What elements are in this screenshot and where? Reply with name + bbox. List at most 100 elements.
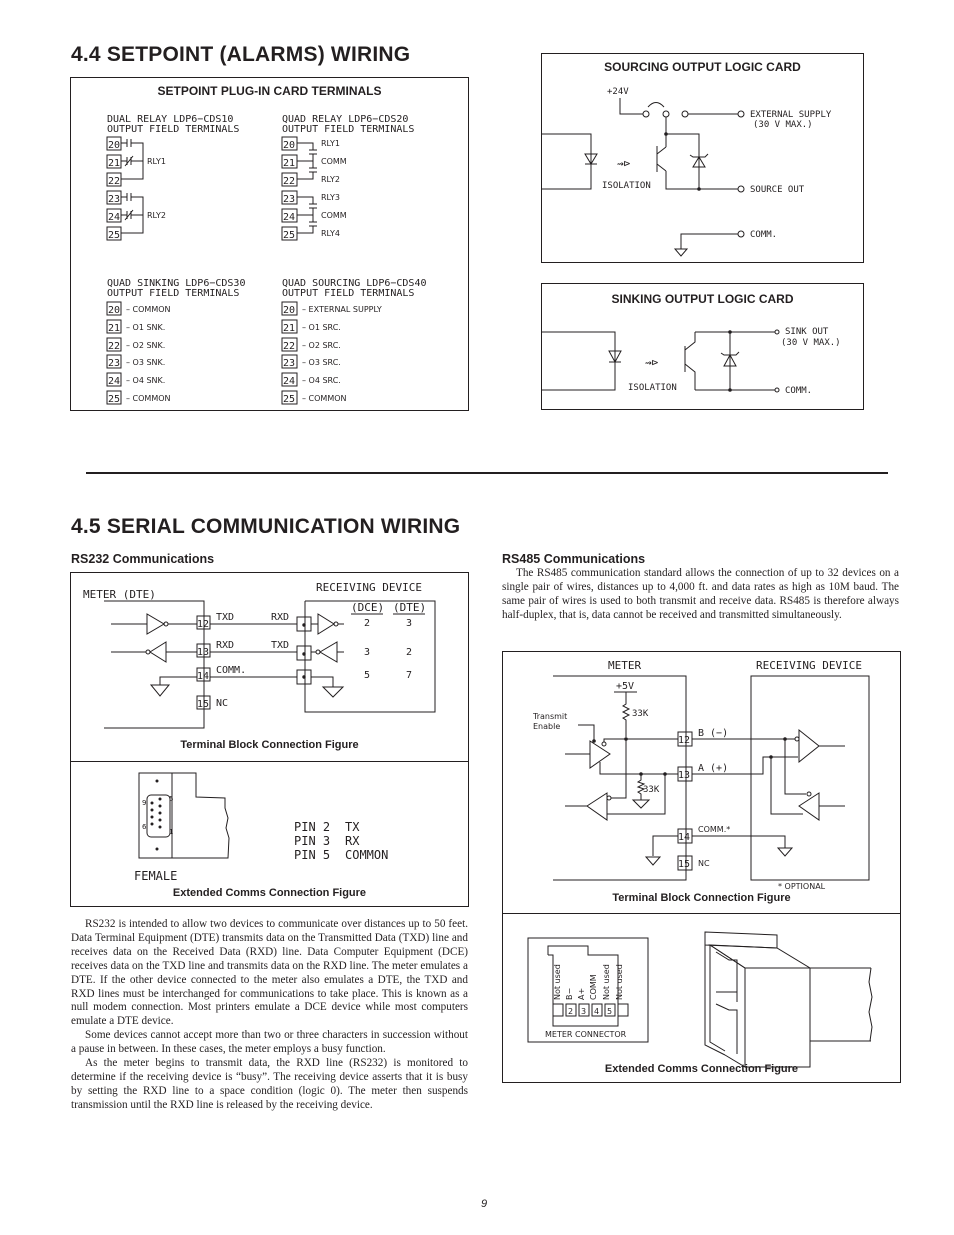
quad-relay-heading-2: OUTPUT FIELD TERMINALS — [282, 124, 414, 135]
schematic-line — [146, 794, 171, 838]
quad-label: RLY4 — [321, 229, 340, 238]
isolation-label: ISOLATION — [628, 383, 677, 393]
terminal-number: 21 — [108, 158, 120, 169]
terminal-number: 25 — [283, 394, 295, 405]
terminal-number: 20 — [108, 140, 120, 151]
schematic-line — [139, 772, 230, 859]
rs232-heading: RS232 Communications — [71, 552, 215, 566]
terminal-number: 20 — [283, 305, 295, 316]
plug-connector-icon — [704, 931, 873, 1068]
schematic-line — [619, 98, 643, 115]
pin-label: 5 — [169, 795, 173, 803]
rs485-extended-caption: Extended Comms Connection Figure — [604, 1063, 799, 1075]
terminal-label: – O1 SNK. — [126, 323, 165, 332]
terminal-label: – O2 SRC. — [302, 341, 341, 350]
quad-sinking-heading-2: OUTPUT FIELD TERMINALS — [107, 288, 239, 299]
pin-number: 3 — [581, 1007, 586, 1016]
connector-pin-boxes: 2 3 4 5 — [552, 1003, 629, 1017]
female-label: FEMALE — [134, 869, 177, 883]
schematic-line — [542, 331, 616, 391]
pin-row-signal: COMMON — [345, 848, 388, 862]
schematic-line — [617, 1003, 629, 1017]
schematic-line — [150, 808, 154, 812]
terminal-label: – O3 SRC. — [302, 358, 341, 367]
section-4-5-title: 4.5 SERIAL COMMUNICATION WIRING — [71, 515, 461, 538]
quad-label: COMM — [321, 157, 347, 166]
pin-name: Not used — [553, 964, 562, 1000]
schematic-line — [158, 825, 162, 829]
quad-relay-terminals: 20 21 22 23 24 25 RLY1 COMM RLY2 RLY3 CO… — [281, 136, 347, 241]
rs485-heading: RS485 Communications — [502, 552, 646, 566]
pin-name: Not used — [602, 964, 611, 1000]
terminal-number: 24 — [283, 376, 295, 387]
terminal-number: 21 — [283, 323, 295, 334]
quad-label: RLY3 — [321, 193, 340, 202]
schematic-line — [680, 233, 738, 249]
terminal-label: – O3 SNK. — [126, 358, 165, 367]
source-out-label: SOURCE OUT — [750, 185, 805, 195]
terminal-number: 25 — [108, 230, 120, 241]
rly1-label: RLY1 — [147, 157, 166, 166]
schematic-line — [656, 146, 667, 155]
rs485-figures: METER RECEIVING DEVICE +5V 33K Transmit … — [502, 651, 901, 1083]
terminal-number: 23 — [108, 358, 120, 369]
plugin-card-diagram: DUAL RELAY LDP6−CDS10 OUTPUT FIELD TERMI… — [106, 114, 427, 405]
pin-number: 2 — [568, 1007, 573, 1016]
relay-contact-symbol — [121, 193, 144, 234]
schematic-line — [158, 804, 162, 808]
schematic-line — [150, 815, 154, 819]
terminal-label: – O2 SNK. — [126, 341, 165, 350]
light-arrow-icon: ⇝⊳ — [617, 157, 630, 170]
schematic-line — [697, 187, 701, 191]
quad-sinking-terminals: 20 – COMMON 21 – O1 SNK. 22 – O2 SNK. 23 – O… — [106, 301, 171, 405]
pin-label: 1 — [169, 828, 173, 836]
terminal-label: – O4 SRC. — [302, 376, 341, 385]
schematic-line — [297, 196, 314, 204]
schematic-line — [158, 818, 162, 822]
quad-sourcing-heading-2: OUTPUT FIELD TERMINALS — [282, 288, 414, 299]
terminal-label: – COMMON — [126, 394, 171, 403]
setpoint-plugin-card-figure: SETPOINT PLUG-IN CARD TERMINALS DUAL REL… — [70, 77, 469, 411]
section-divider — [86, 472, 888, 474]
db9-connector-icon — [138, 772, 173, 859]
rs485-extended-comms-diagram: Not used B− A+ COMM Not used Not used 2 … — [527, 931, 873, 1068]
schematic-line — [158, 797, 162, 801]
schematic-line — [150, 822, 154, 826]
pin-name: A+ — [577, 988, 586, 1000]
rs232-paragraph: Some devices cannot accept more than two… — [71, 1029, 468, 1056]
pin-row-label: PIN 2 — [294, 820, 330, 834]
schematic-line — [715, 951, 738, 1002]
schematic-line — [297, 172, 314, 180]
schematic-line — [709, 945, 726, 1052]
terminal-number: 22 — [283, 176, 295, 187]
terminal-label: – COMMON — [302, 394, 347, 403]
terminal-number: 24 — [283, 212, 295, 223]
schematic-line — [728, 330, 732, 334]
schematic-line — [150, 801, 154, 805]
external-supply-label: EXTERNAL SUPPLY — [750, 110, 832, 120]
terminal-circle — [737, 185, 745, 193]
max-voltage-label: (30 V MAX.) — [781, 338, 841, 348]
quad-label: COMM — [321, 211, 347, 220]
section-4-4-title: 4.4 SETPOINT (ALARMS) WIRING — [71, 43, 411, 66]
terminal-label: – EXTERNAL SUPPLY — [302, 305, 382, 314]
terminal-label: – O4 SNK. — [126, 376, 165, 385]
dual-relay-heading-2: OUTPUT FIELD TERMINALS — [107, 124, 239, 135]
pin-number: 5 — [607, 1007, 612, 1016]
pin-row-signal: TX — [345, 820, 360, 834]
terminal-number: 24 — [108, 212, 120, 223]
quad-label: RLY1 — [321, 139, 340, 148]
pin-row-label: PIN 3 — [294, 834, 330, 848]
supply-label: +24V — [607, 87, 629, 97]
schematic-line — [665, 171, 738, 190]
terminal-label: – O1 SRC. — [302, 323, 341, 332]
sinking-card-schematic: ⇝⊳ ISOLATION SINK OUT (30 V MAX.) COMM. — [542, 327, 841, 396]
terminal-number: 23 — [108, 194, 120, 205]
terminal-number: 20 — [283, 140, 295, 151]
meter-connector-label: METER CONNECTOR — [545, 1030, 627, 1039]
max-voltage-label: (30 V MAX.) — [753, 120, 813, 130]
rly2-label: RLY2 — [147, 211, 166, 220]
terminal-number: 23 — [283, 358, 295, 369]
comm-label: COMM. — [750, 230, 777, 240]
schematic-line — [542, 133, 592, 190]
